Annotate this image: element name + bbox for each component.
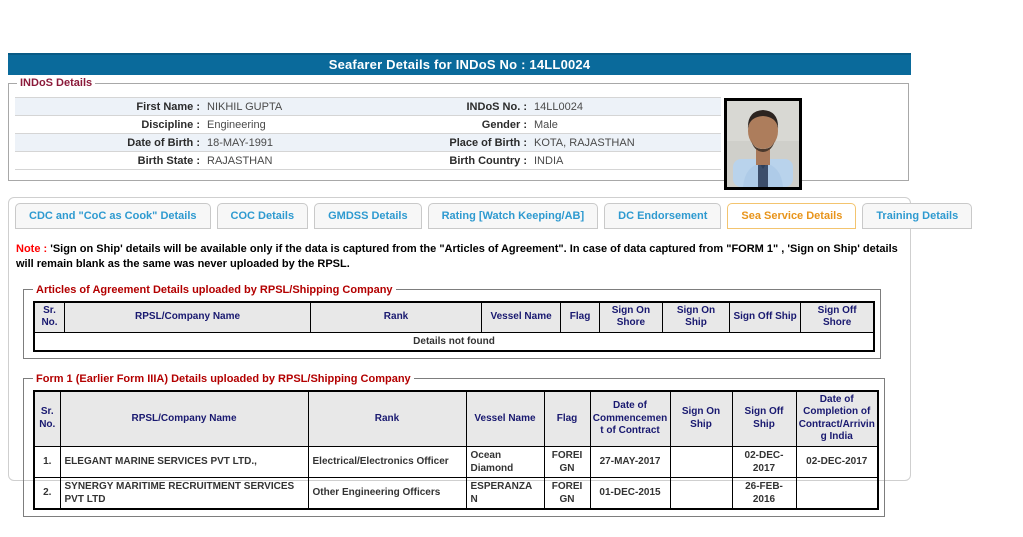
table-cell: Other Engineering Officers: [308, 477, 466, 509]
tab-gmdss-details[interactable]: GMDSS Details: [314, 203, 421, 229]
column-header: Rank: [308, 391, 466, 447]
field-label: First Name :: [15, 101, 200, 113]
table-cell: 26-FEB-2016: [732, 477, 796, 509]
column-header: Sign Off Ship: [732, 391, 796, 447]
table-cell: ESPERANZA N: [466, 477, 544, 509]
column-header: Flag: [544, 391, 590, 447]
indos-detail-row: Discipline : EngineeringGender : Male: [15, 116, 721, 134]
note-text: Note : 'Sign on Ship' details will be av…: [16, 242, 900, 273]
table-cell: 02-DEC-2017: [796, 446, 878, 477]
table-cell: Ocean Diamond: [466, 446, 544, 477]
articles-of-agreement-table: Sr. No.RPSL/Company NameRankVessel NameF…: [33, 301, 875, 352]
field-label: Place of Birth :: [435, 137, 527, 149]
tab-cdc-and-coc-as-cook-details[interactable]: CDC and "CoC as Cook" Details: [15, 203, 211, 229]
table-row: 1.ELEGANT MARINE SERVICES PVT LTD.,Elect…: [34, 446, 878, 477]
field-label: Birth State :: [15, 155, 200, 167]
field-value: KOTA, RAJASTHAN: [534, 137, 721, 149]
tab-rating-watch-keeping-ab[interactable]: Rating [Watch Keeping/AB]: [428, 203, 599, 229]
column-header: Sign On Ship: [662, 302, 729, 333]
column-header: RPSL/Company Name: [60, 391, 308, 447]
column-header: Date of Completion of Contract/Arriving …: [796, 391, 878, 447]
note-body: 'Sign on Ship' details will be available…: [16, 243, 898, 270]
column-header: Sr. No.: [34, 302, 65, 333]
column-header: Sign Off Shore: [801, 302, 874, 333]
table-header-row: Sr. No.RPSL/Company NameRankVessel NameF…: [34, 391, 878, 447]
table-cell: 2.: [34, 477, 60, 509]
tab-dc-endorsement[interactable]: DC Endorsement: [604, 203, 721, 229]
field-value: INDIA: [534, 155, 721, 167]
column-header: RPSL/Company Name: [65, 302, 311, 333]
column-header: Sign Off Ship: [730, 302, 801, 333]
column-header: Sr. No.: [34, 391, 60, 447]
table-cell: 1.: [34, 446, 60, 477]
column-header: Sign On Ship: [670, 391, 732, 447]
field-value: NIKHIL GUPTA: [207, 101, 435, 113]
indos-details-legend: INDoS Details: [17, 77, 95, 89]
indos-detail-row: First Name : NIKHIL GUPTAINDoS No. : 14LL0…: [15, 98, 721, 116]
indos-details-rows: First Name : NIKHIL GUPTAINDoS No. : 14LL0…: [15, 97, 721, 170]
tab-bar: CDC and "CoC as Cook" DetailsCOC Details…: [9, 198, 910, 229]
table-cell: [670, 446, 732, 477]
tab-widget: CDC and "CoC as Cook" DetailsCOC Details…: [8, 197, 911, 481]
table-cell: 27-MAY-2017: [590, 446, 670, 477]
field-label: Birth Country :: [435, 155, 527, 167]
field-label: Discipline :: [15, 119, 200, 131]
field-value: Engineering: [207, 119, 435, 131]
articles-of-agreement-legend: Articles of Agreement Details uploaded b…: [33, 284, 396, 296]
empty-row: Details not found: [34, 332, 874, 351]
seafarer-photo: [724, 98, 802, 190]
form1-table: Sr. No.RPSL/Company NameRankVessel NameF…: [33, 390, 879, 510]
table-cell: 01-DEC-2015: [590, 477, 670, 509]
field-value: RAJASTHAN: [207, 155, 435, 167]
field-label: Gender :: [435, 119, 527, 131]
field-label: INDoS No. :: [435, 101, 527, 113]
column-header: Vessel Name: [466, 391, 544, 447]
table-row: 2.SYNERGY MARITIME RECRUITMENT SERVICES …: [34, 477, 878, 509]
column-header: Sign On Shore: [599, 302, 662, 333]
column-header: Date of Commencement of Contract: [590, 391, 670, 447]
page-title: Seafarer Details for INDoS No : 14LL0024: [8, 53, 911, 75]
tab-coc-details[interactable]: COC Details: [217, 203, 309, 229]
table-header-row: Sr. No.RPSL/Company NameRankVessel NameF…: [34, 302, 874, 333]
table-cell: 02-DEC-2017: [732, 446, 796, 477]
table-cell: Electrical/Electronics Officer: [308, 446, 466, 477]
field-value: 18-MAY-1991: [207, 137, 435, 149]
table-cell: SYNERGY MARITIME RECRUITMENT SERVICES PV…: [60, 477, 308, 509]
field-label: Date of Birth :: [15, 137, 200, 149]
indos-details-section: INDoS Details First Name :NIKHIL GUPTAIN…: [8, 77, 909, 181]
table-cell: ELEGANT MARINE SERVICES PVT LTD.,: [60, 446, 308, 477]
tab-sea-service-details[interactable]: Sea Service Details: [727, 203, 856, 229]
table-cell: FOREIGN: [544, 477, 590, 509]
field-value: 14LL0024: [534, 101, 721, 113]
form1-section: Form 1 (Earlier Form IIIA) Details uploa…: [23, 373, 885, 517]
note-prefix: Note :: [16, 243, 47, 255]
form1-legend: Form 1 (Earlier Form IIIA) Details uploa…: [33, 373, 414, 385]
column-header: Vessel Name: [481, 302, 560, 333]
articles-of-agreement-section: Articles of Agreement Details uploaded b…: [23, 284, 881, 359]
indos-detail-row: Birth State : RAJASTHANBirth Country : IND…: [15, 152, 721, 170]
details-not-found-message: Details not found: [34, 332, 874, 351]
seafarer-photo-image: [727, 101, 799, 187]
tab-training-details[interactable]: Training Details: [862, 203, 972, 229]
table-cell: [796, 477, 878, 509]
table-cell: FOREIGN: [544, 446, 590, 477]
indos-detail-row: Date of Birth : 18-MAY-1991Place of Birth…: [15, 134, 721, 152]
field-value: Male: [534, 119, 721, 131]
column-header: Rank: [311, 302, 482, 333]
table-cell: [670, 477, 732, 509]
column-header: Flag: [561, 302, 600, 333]
